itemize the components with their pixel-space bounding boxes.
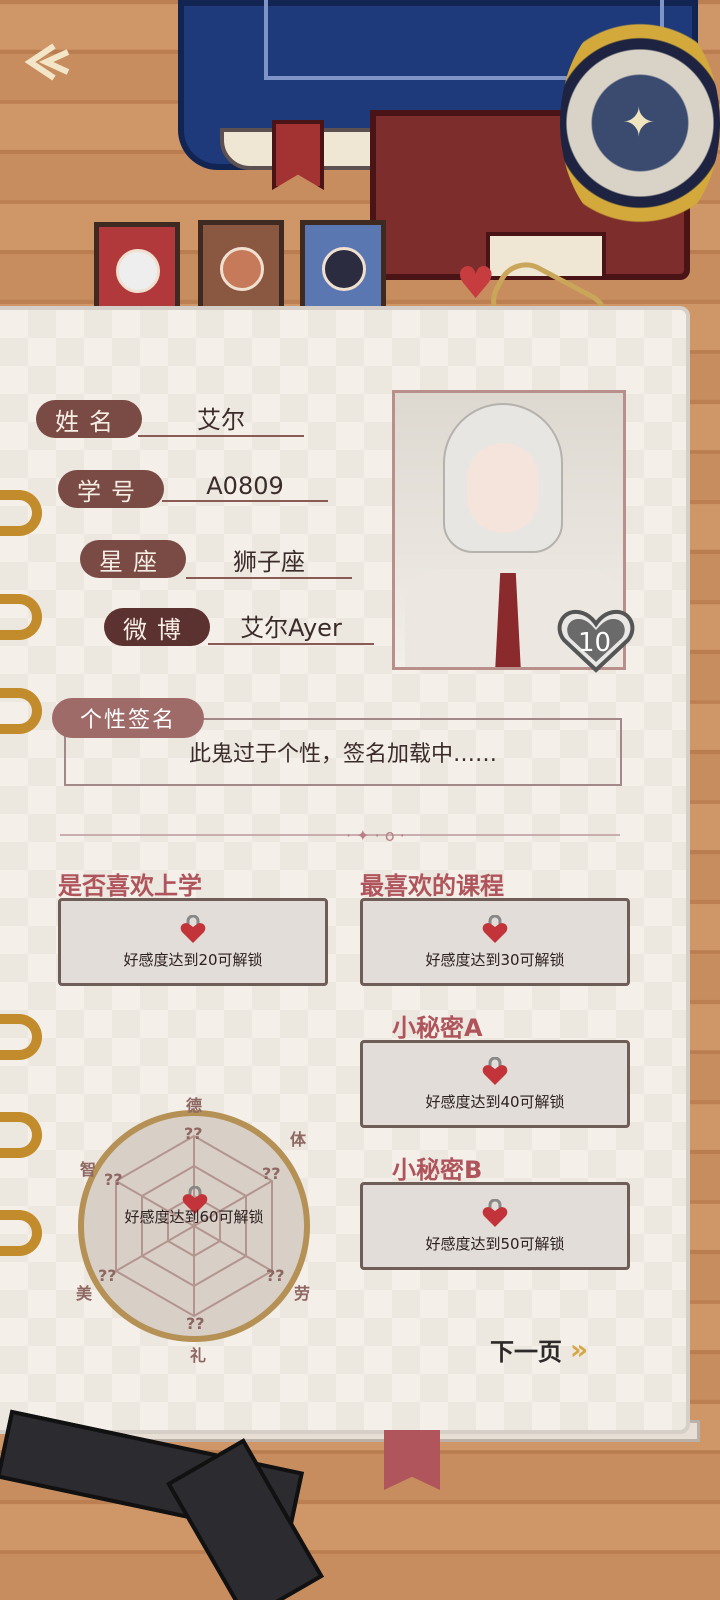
radar-label-art: 美 <box>76 1284 93 1303</box>
weibo-value: 艾尔Ayer <box>208 608 374 645</box>
next-page-label: 下一页 <box>490 1337 562 1366</box>
section-title-likes-school: 是否喜欢上学 <box>58 872 202 900</box>
radar-value: ?? <box>266 1266 285 1285</box>
radar-unlock-hint: 好感度达到60可解锁 <box>124 1208 264 1226</box>
weibo-label: 微博 <box>104 608 210 646</box>
divider <box>60 834 620 836</box>
locked-box-favorite-course[interactable]: 好感度达到30可解锁 <box>360 898 630 986</box>
unlock-hint: 好感度达到50可解锁 <box>425 1234 565 1253</box>
unlock-hint: 好感度达到20可解锁 <box>123 950 263 969</box>
double-chevron-right-icon: » <box>570 1332 589 1366</box>
attribute-radar[interactable]: 好感度达到60可解锁 <box>78 1110 310 1342</box>
radar-value: ?? <box>184 1124 203 1143</box>
radar-label-labor: 劳 <box>294 1284 311 1303</box>
unlock-hint: 好感度达到30可解锁 <box>425 950 565 969</box>
radar-label-physical: 体 <box>290 1130 307 1149</box>
moon-emblem: ✦ <box>560 8 720 238</box>
bottom-bookmark-ribbon <box>384 1430 440 1490</box>
student-id-label: 学号 <box>58 470 164 508</box>
radar-value: ?? <box>104 1170 123 1189</box>
lock-heart-icon <box>482 914 508 943</box>
radar-value: ?? <box>98 1266 117 1285</box>
locked-box-secret-b[interactable]: 好感度达到50可解锁 <box>360 1182 630 1270</box>
locked-box-secret-a[interactable]: 好感度达到40可解锁 <box>360 1040 630 1128</box>
zodiac-value: 狮子座 <box>186 542 352 579</box>
lock-heart-icon <box>482 1198 508 1227</box>
locked-box-likes-school[interactable]: 好感度达到20可解锁 <box>58 898 328 986</box>
signature-text: 此鬼过于个性，签名加载中…… <box>188 742 497 767</box>
affection-level: 10 <box>578 628 612 658</box>
radar-value: ?? <box>186 1314 205 1333</box>
zodiac-label: 星座 <box>80 540 186 578</box>
signature-label: 个性签名 <box>52 698 204 738</box>
affection-badge: 10 <box>556 606 636 676</box>
section-title-favorite-course: 最喜欢的课程 <box>360 872 504 900</box>
divider-ornament: · ✦ · o · <box>346 826 405 845</box>
radar-label-wisdom: 智 <box>80 1160 97 1179</box>
student-id-value: A0809 <box>162 472 328 502</box>
name-value: 艾尔 <box>138 400 304 437</box>
unlock-hint: 好感度达到40可解锁 <box>425 1092 565 1111</box>
bookmark-ribbon <box>272 120 324 190</box>
lock-heart-icon <box>180 914 206 943</box>
radar-label-etiquette: 礼 <box>190 1346 207 1365</box>
lock-heart-icon <box>482 1056 508 1085</box>
radar-label-virtue: 德 <box>186 1096 203 1115</box>
next-page-button[interactable]: 下一页 » <box>490 1326 640 1372</box>
section-title-secret-a: 小秘密A <box>392 1014 483 1042</box>
name-label: 姓名 <box>36 400 142 438</box>
section-title-secret-b: 小秘密B <box>392 1156 483 1184</box>
back-arrow-icon <box>24 43 70 81</box>
back-button[interactable] <box>24 40 80 84</box>
radar-value: ?? <box>262 1164 281 1183</box>
